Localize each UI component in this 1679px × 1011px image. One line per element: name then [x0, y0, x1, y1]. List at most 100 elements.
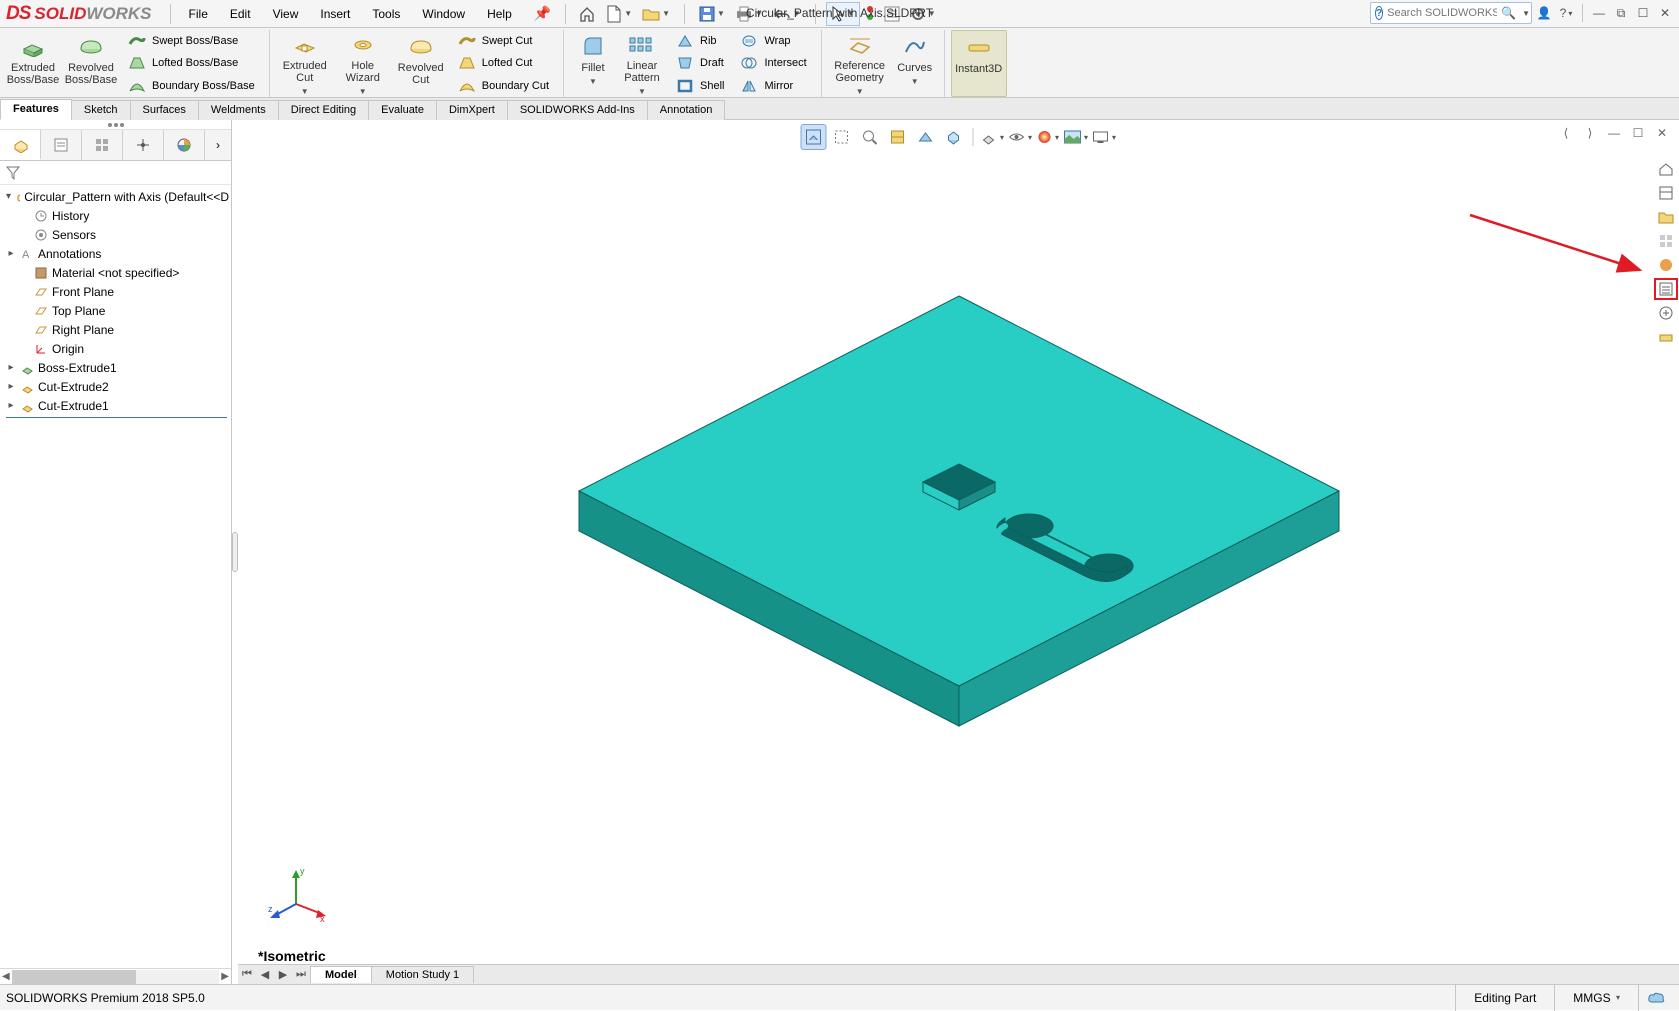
fm-tab-dimxpert[interactable] — [123, 130, 164, 160]
mdi-prev-icon[interactable]: ⟨ — [1557, 124, 1575, 142]
fm-tab-more[interactable]: › — [205, 130, 231, 160]
scroll-left-icon[interactable]: ◀ — [2, 971, 10, 982]
draft-button[interactable]: Draft — [672, 53, 728, 74]
tab-addins[interactable]: SOLIDWORKS Add-Ins — [507, 100, 648, 120]
home-icon[interactable] — [574, 2, 600, 26]
scroll-track[interactable] — [12, 970, 220, 984]
maximize-icon[interactable]: ☐ — [1633, 3, 1653, 23]
menu-window[interactable]: Window — [412, 3, 475, 25]
shell-button[interactable]: Shell — [672, 75, 728, 96]
save-icon[interactable]: ▼ — [695, 2, 729, 26]
sheet-prev-icon[interactable]: ◀ — [256, 968, 274, 981]
tab-direct-editing[interactable]: Direct Editing — [278, 100, 369, 120]
status-units[interactable]: MMGS ▾ — [1554, 985, 1638, 1011]
zoom-area-icon[interactable] — [828, 124, 854, 150]
tab-dimxpert[interactable]: DimXpert — [436, 100, 508, 120]
tree-origin[interactable]: Origin — [2, 339, 231, 358]
fm-tab-property[interactable] — [41, 130, 82, 160]
sheet-last-icon[interactable]: ⏭ — [292, 968, 310, 981]
tab-features[interactable]: Features — [0, 99, 72, 120]
view-orientation-icon[interactable] — [940, 124, 966, 150]
sheet-motion[interactable]: Motion Study 1 — [371, 966, 474, 983]
task-appearances-icon[interactable] — [1654, 254, 1678, 276]
tree-right-plane[interactable]: Right Plane — [2, 320, 231, 339]
task-view-palette-icon[interactable] — [1654, 230, 1678, 252]
fm-tab-config[interactable] — [82, 130, 123, 160]
mdi-minimize-icon[interactable]: — — [1605, 124, 1623, 142]
zoom-fit-icon[interactable] — [800, 124, 826, 150]
minimize-icon[interactable]: — — [1589, 3, 1609, 23]
menu-insert[interactable]: Insert — [310, 3, 360, 25]
revolved-cut-button[interactable]: Revolved Cut — [392, 30, 450, 97]
tree-history[interactable]: History — [2, 206, 231, 225]
tree-top-plane[interactable]: Top Plane — [2, 301, 231, 320]
linear-pattern-button[interactable]: Linear Pattern ▼ — [616, 30, 668, 97]
menu-view[interactable]: View — [263, 3, 309, 25]
chevron-down-icon[interactable]: ▼ — [301, 88, 309, 97]
section-view-icon[interactable] — [884, 124, 910, 150]
curves-button[interactable]: Curves ▼ — [892, 30, 938, 97]
swept-cut-button[interactable]: Swept Cut — [454, 31, 553, 52]
sheet-next-icon[interactable]: ▶ — [274, 968, 292, 981]
menu-file[interactable]: File — [179, 3, 218, 25]
search-icon[interactable]: 🔍 — [1501, 6, 1516, 20]
dynamic-preview-icon[interactable] — [912, 124, 938, 150]
task-file-explorer-icon[interactable] — [1654, 206, 1678, 228]
boundary-boss-button[interactable]: Boundary Boss/Base — [124, 75, 259, 96]
tab-annotation[interactable]: Annotation — [647, 100, 726, 120]
menu-edit[interactable]: Edit — [220, 3, 261, 25]
task-forum-icon[interactable] — [1654, 302, 1678, 324]
extruded-boss-button[interactable]: Extruded Boss/Base — [4, 30, 62, 97]
boundary-cut-button[interactable]: Boundary Cut — [454, 75, 553, 96]
scroll-right-icon[interactable]: ▶ — [221, 971, 229, 982]
expand-icon[interactable]: ▸ — [6, 362, 16, 373]
mdi-close-icon[interactable]: ✕ — [1653, 124, 1671, 142]
revolved-boss-button[interactable]: Revolved Boss/Base — [62, 30, 120, 97]
swept-boss-button[interactable]: Swept Boss/Base — [124, 31, 259, 52]
search-dropdown-icon[interactable]: ▼ — [1522, 9, 1530, 18]
menu-help[interactable]: Help — [477, 3, 522, 25]
zoom-previous-icon[interactable] — [856, 124, 882, 150]
edit-appearance-icon[interactable]: ▾ — [1035, 124, 1061, 150]
scroll-thumb[interactable] — [12, 970, 137, 984]
reference-geometry-button[interactable]: Reference Geometry ▼ — [828, 30, 892, 97]
tab-evaluate[interactable]: Evaluate — [368, 100, 437, 120]
help-search[interactable]: ? 🔍 ▼ — [1370, 2, 1532, 24]
collapse-icon[interactable]: ▾ — [6, 191, 11, 202]
tree-annotations[interactable]: ▸AAnnotations — [2, 244, 231, 263]
graphics-area[interactable]: ▾ ▾ ▾ ▾ ▾ ⟨ ⟩ — ☐ ✕ — [238, 120, 1679, 984]
extruded-cut-button[interactable]: Extruded Cut ▼ — [276, 30, 334, 97]
tab-weldments[interactable]: Weldments — [198, 100, 279, 120]
expand-icon[interactable]: ▸ — [6, 381, 16, 392]
task-resources-icon[interactable] — [1654, 158, 1678, 180]
chevron-down-icon[interactable]: ▼ — [359, 88, 367, 97]
tree-h-scrollbar[interactable]: ◀ ▶ — [0, 968, 231, 984]
chevron-down-icon[interactable]: ▼ — [911, 78, 919, 87]
lofted-cut-button[interactable]: Lofted Cut — [454, 53, 553, 74]
intersect-button[interactable]: Intersect — [736, 53, 810, 74]
rib-button[interactable]: Rib — [672, 31, 728, 52]
fm-tab-tree[interactable] — [0, 130, 41, 160]
lofted-boss-button[interactable]: Lofted Boss/Base — [124, 53, 259, 74]
tree-boss-extrude1[interactable]: ▸Boss-Extrude1 — [2, 358, 231, 377]
panel-drag-handle[interactable] — [0, 120, 231, 130]
apply-scene-icon[interactable]: ▾ — [1063, 124, 1089, 150]
sheet-model[interactable]: Model — [310, 966, 372, 983]
mirror-button[interactable]: Mirror — [736, 75, 810, 96]
instant3d-button[interactable]: Instant3D — [951, 30, 1007, 97]
rollback-bar[interactable] — [6, 417, 227, 418]
restore-icon[interactable]: ⧉ — [1611, 3, 1631, 23]
pin-menu-icon[interactable]: 📌 — [528, 3, 557, 24]
user-icon[interactable]: 👤 — [1534, 3, 1554, 23]
fillet-button[interactable]: Fillet ▼ — [570, 30, 616, 97]
tree-front-plane[interactable]: Front Plane — [2, 282, 231, 301]
chevron-down-icon[interactable]: ▼ — [589, 78, 597, 87]
chevron-down-icon[interactable]: ▼ — [638, 88, 646, 97]
tab-surfaces[interactable]: Surfaces — [130, 100, 199, 120]
tab-sketch[interactable]: Sketch — [71, 100, 131, 120]
help-search-input[interactable] — [1387, 7, 1497, 19]
expand-icon[interactable]: ▸ — [6, 400, 16, 411]
tree-material[interactable]: Material <not specified> — [2, 263, 231, 282]
view-settings-icon[interactable]: ▾ — [1091, 124, 1117, 150]
sheet-first-icon[interactable]: ⏮ — [238, 968, 256, 981]
